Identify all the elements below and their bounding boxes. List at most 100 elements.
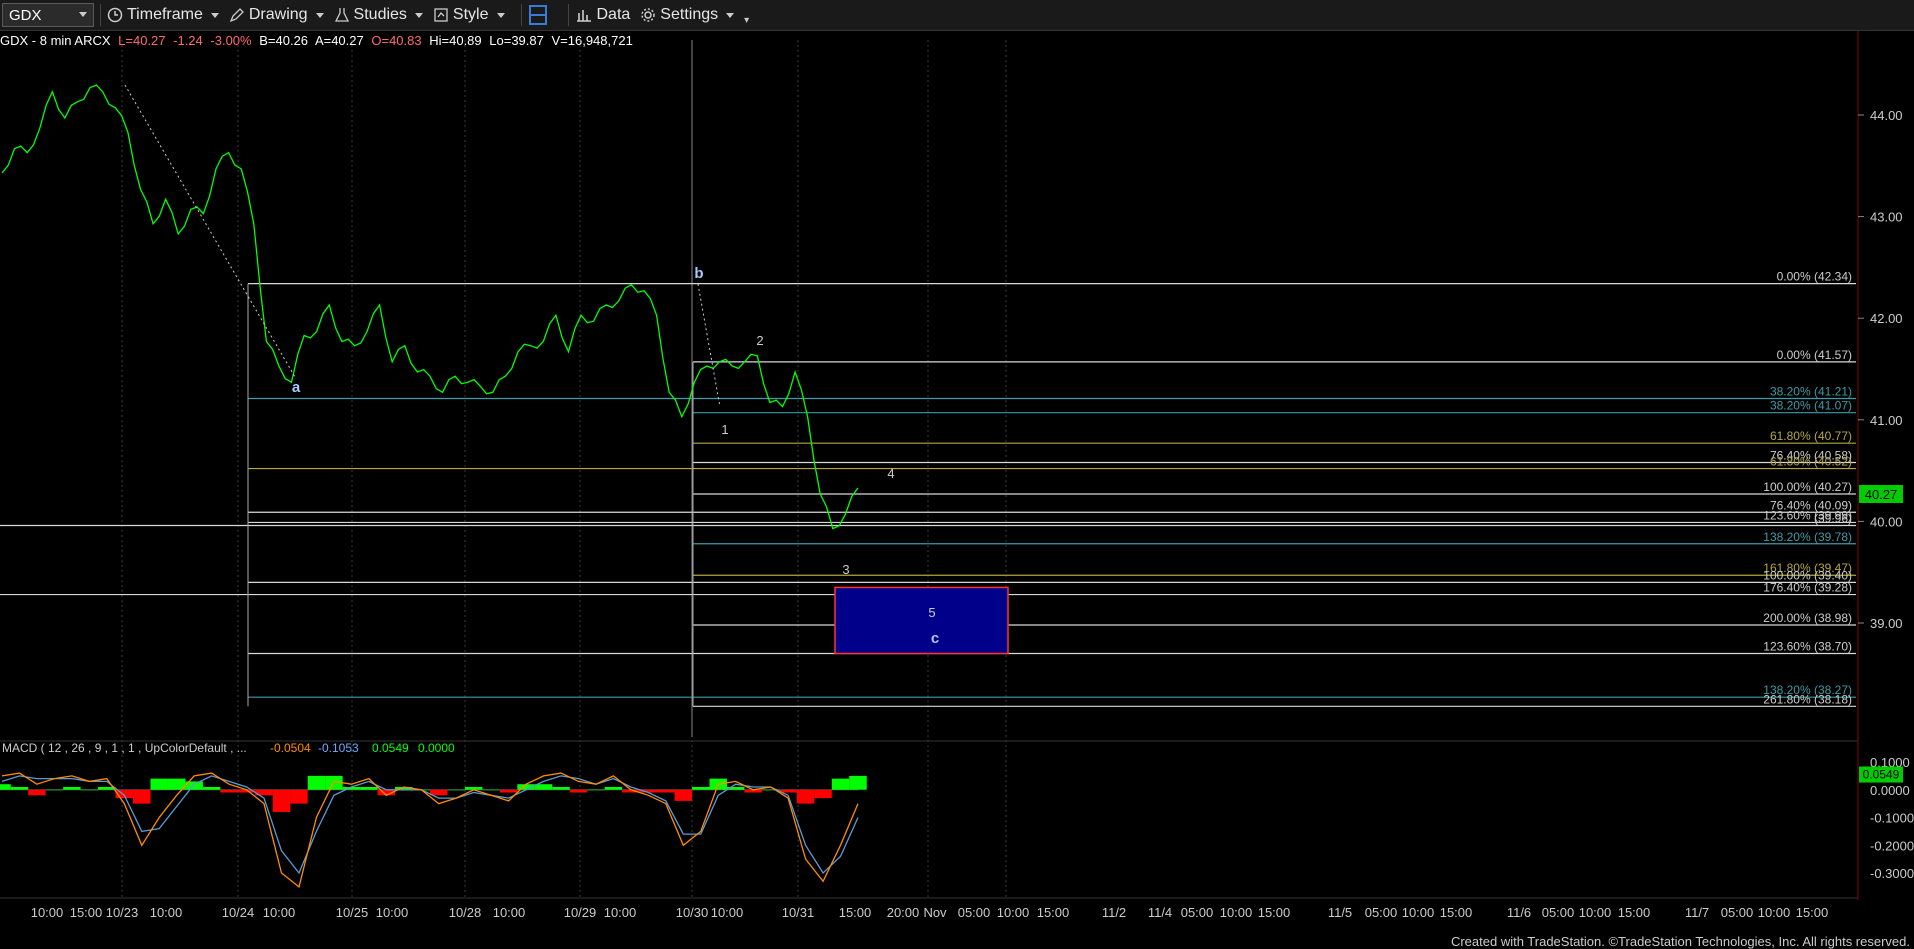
time-tick-label: 10/30 [676,905,709,920]
time-tick-label: 10/29 [564,905,597,920]
time-tick-label: 05:00 [1181,905,1214,920]
macd-tick-label: -0.2000 [1870,838,1914,853]
time-tick-label: 11/4 [1148,905,1172,920]
fib-level-label: 61.80% (40.77) [1770,429,1852,443]
macd-histogram-bar [220,789,238,793]
last-price-marker-label: 40.27 [1865,487,1898,502]
time-tick-label: 10/23 [106,905,139,920]
macd-histogram-bar [657,789,675,793]
time-tick-label: 10:00 [1402,905,1435,920]
price-tick-label: 40.00 [1870,514,1903,529]
macd-histogram-bar [814,789,832,799]
time-tick-label: 10:00 [31,905,64,920]
macd-histogram-bar [63,786,81,790]
price-chart[interactable]: 44.00 43.00 42.00 41.00 40.00 39.00 0.00% (42.… [0,0,1914,949]
wave-label-2: 2 [756,333,763,348]
time-tick-label: 10:00 [263,905,296,920]
wave-label-c: c [931,630,939,647]
macd-zero-value: 0.0000 [418,741,455,755]
fib-level-label: (39.96) [1814,511,1852,525]
macd-histogram-bar [10,786,29,790]
fib-level-label: 138.20% (39.78) [1763,530,1852,544]
time-tick-label: 15:00 [1440,905,1473,920]
macd-histogram-bar [80,789,99,791]
macd-histogram-bar [360,786,378,790]
macd-histogram-bar [569,789,588,793]
time-tick-label: 15:00 [1618,905,1651,920]
macd-signal-value: -0.1053 [318,741,359,755]
fib-level-label: 38.20% (41.21) [1770,384,1852,398]
time-tick-label: 10/25 [336,905,369,920]
time-tick-label: 05:00 [958,905,991,920]
time-tick-label: 10:00 [150,905,183,920]
macd-histogram-bar [482,789,500,791]
macd-histogram-bar [849,775,867,790]
macd-histogram-bar [831,778,850,790]
time-tick-label: 10:00 [1758,905,1791,920]
macd-histogram-bar [692,786,710,790]
macd-hist-value: 0.0549 [372,741,409,755]
macd-histogram-bar [430,789,448,796]
macd-histogram-bar [133,789,151,804]
fib-level-label: 100.00% (40.27) [1763,480,1852,494]
time-tick-label: 15:00 [70,905,103,920]
time-tick-label: 11/6 [1507,905,1531,920]
time-tick-label: 15:00 [1796,905,1829,920]
fib-level-label: 176.40% (39.28) [1763,581,1852,595]
time-tick-label: 10/31 [782,905,815,920]
price-tick-label: 42.00 [1870,311,1903,326]
macd-value: -0.0504 [270,741,311,755]
time-tick-label: 15:00 [1037,905,1070,920]
wave-label-5: 5 [928,605,935,620]
macd-tick-label: -0.3000 [1870,866,1914,881]
price-tick-label: 39.00 [1870,616,1903,631]
time-tick-label: 05:00 [1721,905,1754,920]
macd-tick-label: 0.0000 [1870,783,1910,798]
macd-histogram-bar [447,789,465,791]
time-tick-label: 10/24 [222,905,255,920]
wave-label-3: 3 [842,562,849,577]
wave-connector [124,84,296,378]
time-tick-label: Nov [923,905,947,920]
time-tick-label: 10:00 [711,905,744,920]
macd-histogram-bar [150,778,168,790]
time-tick-label: 15:00 [1258,905,1291,920]
wave-label-a: a [292,379,301,396]
time-tick-label: 20:00 [887,905,920,920]
fib-level-label: 0.00% (41.57) [1777,348,1852,362]
time-tick-label: 11/7 [1685,905,1709,920]
macd-histogram-bar [604,786,623,790]
fib-level-label: 61.80% (40.52) [1770,455,1852,469]
macd-histogram-bar [202,786,221,790]
macd-histogram-bar [674,789,693,801]
macd-histogram-bar [45,789,64,791]
time-tick-label: 11/2 [1102,905,1126,920]
time-tick-label: 11/5 [1328,905,1352,920]
fib-level-label: 123.60% (38.70) [1763,639,1852,653]
fib-level-label: 38.20% (41.07) [1770,399,1852,413]
macd-histogram-bar [796,789,815,804]
time-tick-label: 10:00 [1579,905,1612,920]
wave-label-4: 4 [887,466,894,481]
fib-level-label: 0.00% (42.34) [1777,270,1852,284]
macd-histogram-bar [28,789,46,796]
macd-histogram-bar [587,789,605,791]
fib-level-label: 261.80% (38.18) [1763,692,1852,706]
macd-tick-label: -0.1000 [1870,811,1914,826]
macd-histogram-bar [499,789,518,793]
time-tick-label: 10:00 [997,905,1030,920]
time-tick-label: 10:00 [493,905,526,920]
wave-label-b: b [694,265,703,282]
macd-histogram-bar [307,775,326,790]
time-tick-label: 10:00 [604,905,637,920]
macd-histogram-bar [290,789,308,804]
time-tick-label: 10:00 [1220,905,1253,920]
time-tick-label: 05:00 [1542,905,1575,920]
time-tick-label: 05:00 [1365,905,1398,920]
time-tick-label: 10/28 [449,905,482,920]
footer-credit: Created with TradeStation. ©TradeStation… [1450,934,1910,949]
macd-label: MACD ( 12 , 26 , 9 , 1 , 1 , UpColorDefa… [2,741,247,755]
macd-histogram-bar [272,789,291,812]
wave-label-1: 1 [721,422,728,437]
price-tick-label: 44.00 [1870,108,1903,123]
